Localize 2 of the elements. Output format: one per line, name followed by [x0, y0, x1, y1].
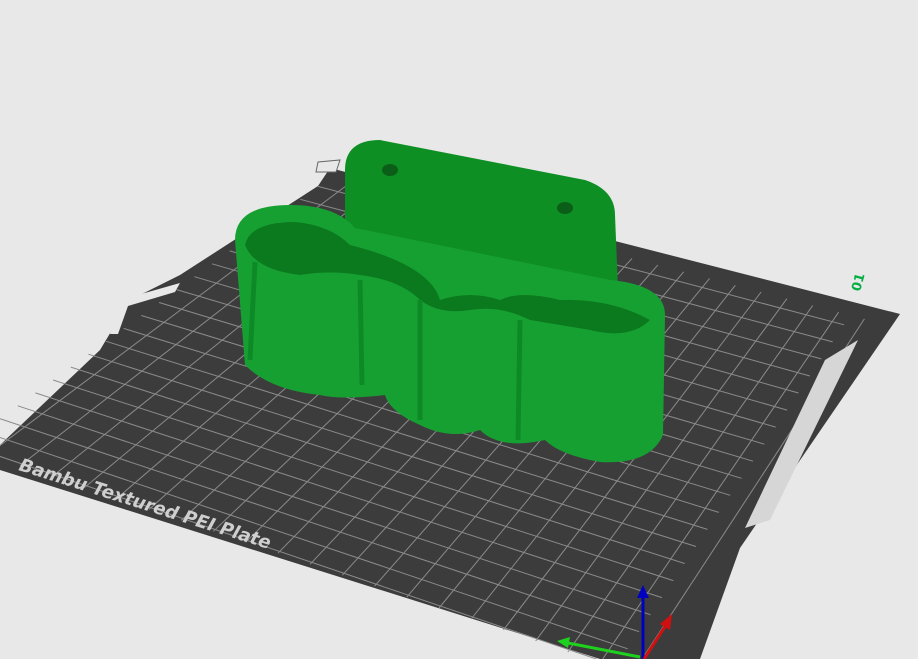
x-axis-arrow — [642, 614, 672, 659]
plate-number: 01 — [849, 272, 869, 294]
